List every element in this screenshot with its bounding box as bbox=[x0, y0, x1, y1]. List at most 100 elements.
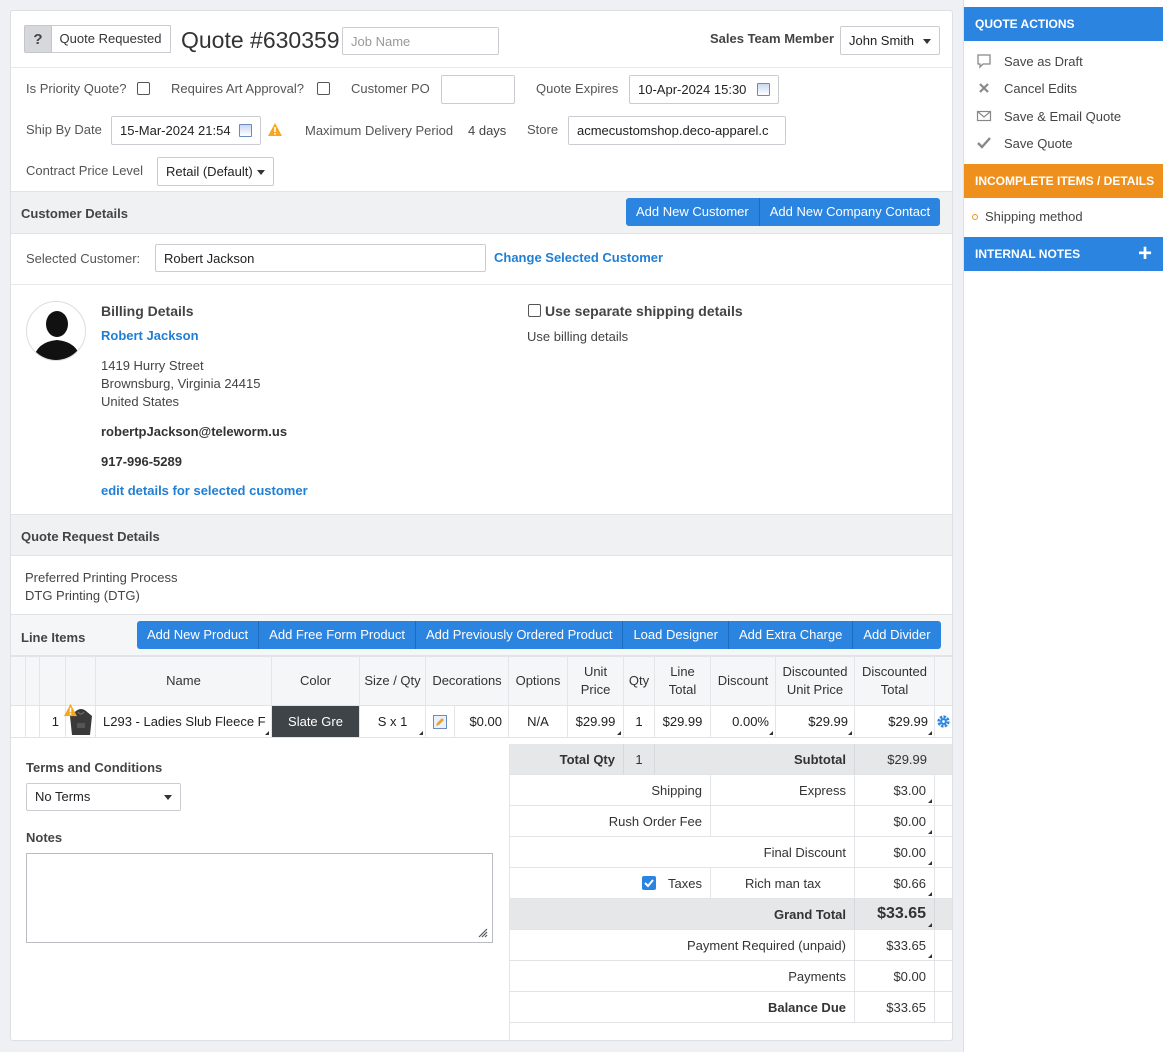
customer-po-input[interactable] bbox=[441, 75, 515, 104]
customer-details-title: Customer Details bbox=[21, 206, 128, 221]
rush-fee-value[interactable]: $0.00 bbox=[855, 806, 935, 836]
col-discount: Discount bbox=[711, 657, 776, 705]
price-level-select[interactable]: Retail (Default) bbox=[157, 157, 274, 186]
col-options: Options bbox=[509, 657, 568, 705]
check-icon bbox=[977, 137, 991, 149]
payments-row: Payments $0.00 bbox=[509, 961, 952, 992]
priority-checkbox[interactable] bbox=[137, 82, 150, 95]
tax-name: Rich man tax bbox=[711, 868, 855, 898]
disc-unit-cell[interactable]: $29.99 bbox=[776, 706, 855, 737]
terms-select[interactable]: No Terms bbox=[26, 783, 181, 811]
shipping-row: Shipping Express $3.00 bbox=[509, 775, 952, 806]
selected-customer-input[interactable]: Robert Jackson bbox=[155, 244, 486, 272]
calendar-icon[interactable] bbox=[239, 124, 252, 137]
unit-price-cell[interactable]: $29.99 bbox=[568, 706, 624, 737]
gear-icon[interactable] bbox=[936, 714, 951, 729]
customer-details-bar: Customer Details Add New Customer Add Ne… bbox=[11, 191, 952, 234]
customer-button-group: Add New Customer Add New Company Contact bbox=[626, 198, 941, 226]
col-qty: Qty bbox=[624, 657, 655, 705]
shipping-method[interactable]: Express bbox=[711, 775, 855, 805]
load-designer-button[interactable]: Load Designer bbox=[623, 621, 729, 649]
terms-label: Terms and Conditions bbox=[26, 760, 163, 775]
product-name-cell[interactable]: L293 - Ladies Slub Fleece F bbox=[96, 706, 272, 737]
edit-customer-link[interactable]: edit details for selected customer bbox=[101, 483, 308, 498]
sales-team-select[interactable]: John Smith bbox=[840, 26, 940, 55]
add-previous-product-button[interactable]: Add Previously Ordered Product bbox=[416, 621, 624, 649]
line-items-title: Line Items bbox=[21, 630, 86, 645]
color-swatch-cell[interactable]: Slate Gre bbox=[272, 706, 360, 737]
balance-due-row: Balance Due $33.65 bbox=[509, 992, 952, 1023]
add-divider-button[interactable]: Add Divider bbox=[853, 621, 941, 649]
taxes-value[interactable]: $0.66 bbox=[855, 868, 935, 898]
line-items-header: Name Color Size / Qty Decorations Option… bbox=[11, 656, 952, 706]
check-icon bbox=[644, 879, 654, 888]
separate-shipping-label: Use separate shipping details bbox=[545, 303, 743, 319]
quote-actions-header: QUOTE ACTIONS bbox=[964, 7, 1163, 41]
divider bbox=[11, 284, 952, 285]
selected-customer-label: Selected Customer: bbox=[26, 251, 141, 266]
grand-total-value: $33.65 bbox=[855, 899, 935, 929]
sidebar: QUOTE ACTIONS Save as Draft Cancel Edits… bbox=[963, 0, 1163, 1052]
add-contact-button[interactable]: Add New Company Contact bbox=[759, 198, 941, 226]
notes-textarea[interactable] bbox=[26, 853, 493, 943]
quote-panel: ? Quote Requested Quote #630359 Job Name… bbox=[10, 10, 953, 1041]
avatar bbox=[26, 301, 86, 361]
separate-shipping-checkbox[interactable] bbox=[528, 304, 541, 317]
price-level-label: Contract Price Level bbox=[26, 163, 144, 178]
add-new-product-button[interactable]: Add New Product bbox=[137, 621, 260, 649]
quote-expires-label: Quote Expires bbox=[536, 81, 619, 96]
resize-handle-icon[interactable] bbox=[476, 926, 488, 938]
disc-total-cell[interactable]: $29.99 bbox=[855, 706, 935, 737]
help-badge[interactable]: ? bbox=[24, 25, 52, 53]
table-row[interactable]: 1 L293 - Ladies Slub Fleece F Slate Gre … bbox=[11, 703, 952, 738]
payment-required-value: $33.65 bbox=[855, 930, 935, 960]
size-qty-cell[interactable]: S x 1 bbox=[360, 706, 426, 737]
billing-title: Billing Details bbox=[101, 303, 194, 319]
cancel-edits-action[interactable]: Cancel Edits bbox=[976, 80, 1077, 96]
options-cell: N/A bbox=[509, 706, 568, 737]
store-input[interactable]: acmecustomshop.deco-apparel.c bbox=[568, 116, 786, 145]
ship-by-label: Ship By Date bbox=[26, 122, 102, 137]
row-select[interactable] bbox=[26, 706, 40, 737]
address-line-2: Brownsburg, Virginia 24415 bbox=[101, 376, 261, 391]
product-thumbnail bbox=[63, 703, 96, 737]
save-email-action[interactable]: Save & Email Quote bbox=[976, 108, 1121, 124]
col-select bbox=[26, 657, 40, 705]
final-discount-value[interactable]: $0.00 bbox=[855, 837, 935, 867]
taxes-checkbox[interactable] bbox=[642, 876, 657, 890]
incomplete-items-header: INCOMPLETE ITEMS / DETAILS bbox=[964, 164, 1163, 198]
row-handle[interactable] bbox=[11, 706, 26, 737]
comment-icon bbox=[977, 54, 991, 69]
add-free-form-product-button[interactable]: Add Free Form Product bbox=[259, 621, 416, 649]
decoration-edit-cell[interactable] bbox=[426, 706, 455, 737]
max-delivery-label: Maximum Delivery Period bbox=[305, 123, 454, 138]
row-settings[interactable] bbox=[935, 706, 952, 737]
edit-decoration-icon[interactable] bbox=[433, 714, 447, 729]
add-note-icon[interactable]: + bbox=[1138, 241, 1152, 267]
internal-notes-header[interactable]: INTERNAL NOTES bbox=[964, 237, 1163, 271]
col-unit-price: Unit Price bbox=[568, 657, 624, 705]
art-approval-checkbox[interactable] bbox=[317, 82, 330, 95]
balance-due-label: Balance Due bbox=[509, 992, 855, 1022]
customer-email: robertpJackson@teleworm.us bbox=[101, 424, 288, 439]
save-quote-action[interactable]: Save Quote bbox=[976, 135, 1073, 151]
bullet-icon bbox=[972, 213, 978, 220]
col-line-total: Line Total bbox=[655, 657, 711, 705]
store-label: Store bbox=[527, 122, 559, 137]
discount-cell[interactable]: 0.00% bbox=[711, 706, 776, 737]
incomplete-item-shipping[interactable]: Shipping method bbox=[972, 209, 1083, 224]
payment-required-row: Payment Required (unpaid) $33.65 bbox=[509, 930, 952, 961]
customer-name-link[interactable]: Robert Jackson bbox=[101, 328, 199, 343]
shipping-value[interactable]: $3.00 bbox=[855, 775, 935, 805]
divider bbox=[11, 67, 952, 68]
job-name-input[interactable]: Job Name bbox=[342, 27, 499, 55]
calendar-icon[interactable] bbox=[757, 83, 770, 96]
final-discount-label: Final Discount bbox=[509, 837, 855, 867]
save-draft-action[interactable]: Save as Draft bbox=[976, 53, 1083, 69]
add-customer-button[interactable]: Add New Customer bbox=[626, 198, 760, 226]
add-extra-charge-button[interactable]: Add Extra Charge bbox=[729, 621, 854, 649]
change-customer-link[interactable]: Change Selected Customer bbox=[494, 250, 663, 265]
payments-value: $0.00 bbox=[855, 961, 935, 991]
col-size: Size / Qty bbox=[360, 657, 426, 705]
balance-due-value: $33.65 bbox=[855, 992, 935, 1022]
